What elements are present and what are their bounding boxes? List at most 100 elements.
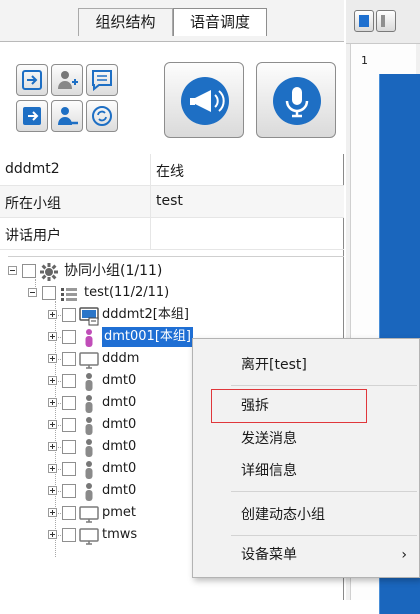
microphone-icon <box>273 77 321 125</box>
expand-toggle[interactable] <box>48 442 57 451</box>
checkbox[interactable] <box>22 264 36 278</box>
join-group-button[interactable] <box>16 64 48 96</box>
person-icon <box>79 416 99 436</box>
tab-organization[interactable]: 组织结构 <box>78 8 173 36</box>
person-icon <box>79 372 99 392</box>
toolbar <box>0 42 344 154</box>
tree-group-label: test(11/2/11) <box>84 285 170 300</box>
submenu-arrow-icon: › <box>401 547 407 563</box>
tab-bar: 组织结构 语音调度 <box>0 0 344 42</box>
gear-icon <box>40 263 58 281</box>
monitor-icon <box>79 526 99 546</box>
expand-toggle[interactable] <box>48 398 57 407</box>
join-group-icon <box>22 70 42 90</box>
tree-member-label: dmt0 <box>102 373 137 388</box>
checkbox[interactable] <box>62 506 76 520</box>
expand-toggle[interactable] <box>48 310 57 319</box>
checkbox[interactable] <box>62 330 76 344</box>
menu-separator <box>231 385 417 386</box>
talk-button[interactable] <box>256 62 336 138</box>
info-row-group: 所在小组 test <box>0 186 344 218</box>
menu-item-label: 详细信息 <box>241 463 297 479</box>
refresh-button[interactable] <box>86 100 118 132</box>
checkbox[interactable] <box>62 484 76 498</box>
info-row-speaker: 讲话用户 <box>0 218 344 250</box>
tree-member-label: dmt001[本组] <box>102 327 193 347</box>
expand-toggle[interactable] <box>48 530 57 539</box>
info-label: 所在小组 <box>5 196 61 212</box>
checkbox[interactable] <box>62 462 76 476</box>
menu-item-label: 发送消息 <box>241 431 297 447</box>
menu-item-label: 创建动态小组 <box>241 507 325 523</box>
add-user-icon <box>58 71 78 89</box>
menu-item-label: 离开[test] <box>241 357 307 373</box>
checkbox[interactable] <box>62 528 76 542</box>
context-menu: 离开[test] 强拆 发送消息 详细信息 创建动态小组 设备菜单 › <box>192 338 420 578</box>
remove-user-icon <box>58 107 78 125</box>
add-user-button[interactable] <box>51 64 83 96</box>
menu-separator <box>231 535 417 536</box>
expand-toggle[interactable] <box>48 486 57 495</box>
terminal-icon <box>79 306 99 326</box>
info-grid: dddmt2 在线 所在小组 test 讲话用户 <box>0 154 344 250</box>
tree-root-row[interactable]: 协同小组(1/11) <box>8 261 328 283</box>
tree-root-label: 协同小组(1/11) <box>64 263 163 279</box>
layout-split-button[interactable] <box>376 10 396 32</box>
exit-group-icon <box>23 107 41 125</box>
tree-member-row[interactable]: dddmt2[本组] <box>48 305 338 327</box>
expand-toggle[interactable] <box>48 420 57 429</box>
tab-voice-dispatch[interactable]: 语音调度 <box>173 8 267 36</box>
menu-item-device-menu[interactable]: 设备菜单 › <box>193 539 419 571</box>
person-icon <box>79 328 99 348</box>
right-toolbar <box>346 0 420 44</box>
menu-item-send-message[interactable]: 发送消息 <box>193 423 419 455</box>
collapse-toggle[interactable] <box>8 266 17 275</box>
remove-user-button[interactable] <box>51 100 83 132</box>
checkbox[interactable] <box>42 286 56 300</box>
expand-toggle[interactable] <box>48 464 57 473</box>
checkbox[interactable] <box>62 308 76 322</box>
menu-item-create-dynamic-group[interactable]: 创建动态小组 <box>193 499 419 531</box>
person-icon <box>79 460 99 480</box>
checkbox[interactable] <box>62 418 76 432</box>
tree-member-label: dmt0 <box>102 417 137 432</box>
monitor-icon <box>79 504 99 524</box>
person-icon <box>79 394 99 414</box>
collapse-toggle[interactable] <box>28 288 37 297</box>
menu-item-label: 强拆 <box>241 398 269 414</box>
refresh-icon <box>92 106 112 126</box>
checkbox[interactable] <box>62 396 76 410</box>
expand-toggle[interactable] <box>48 332 57 341</box>
info-label: dddmt2 <box>5 161 60 177</box>
message-icon <box>92 70 112 92</box>
checkbox[interactable] <box>62 352 76 366</box>
info-label: 讲话用户 <box>5 228 61 244</box>
expand-toggle[interactable] <box>48 508 57 517</box>
menu-item-force-teardown[interactable]: 强拆 <box>211 389 367 423</box>
monitor-icon <box>79 350 99 370</box>
layout-single-button[interactable] <box>354 10 374 32</box>
exit-group-button[interactable] <box>16 100 48 132</box>
broadcast-icon <box>181 77 229 125</box>
broadcast-button[interactable] <box>164 62 244 138</box>
tree-member-label: dmt0 <box>102 395 137 410</box>
menu-item-leave[interactable]: 离开[test] <box>193 349 419 381</box>
expand-toggle[interactable] <box>48 354 57 363</box>
menu-item-details[interactable]: 详细信息 <box>193 455 419 487</box>
tree-group-row[interactable]: test(11/2/11) <box>28 283 328 305</box>
tree-member-label: dddmt2[本组] <box>102 307 189 322</box>
checkbox[interactable] <box>62 374 76 388</box>
info-value: test <box>156 193 183 209</box>
info-value: 在线 <box>156 164 184 180</box>
checkbox[interactable] <box>62 440 76 454</box>
tree-member-label: dmt0 <box>102 483 137 498</box>
tree-member-label: dmt0 <box>102 461 137 476</box>
message-button[interactable] <box>86 64 118 96</box>
info-row-user: dddmt2 在线 <box>0 154 344 186</box>
person-icon <box>79 438 99 458</box>
expand-toggle[interactable] <box>48 376 57 385</box>
tree-member-label: dmt0 <box>102 439 137 454</box>
tree-member-label: pmet <box>102 505 137 520</box>
list-icon <box>61 288 77 301</box>
tree-member-label: tmws <box>102 527 138 542</box>
